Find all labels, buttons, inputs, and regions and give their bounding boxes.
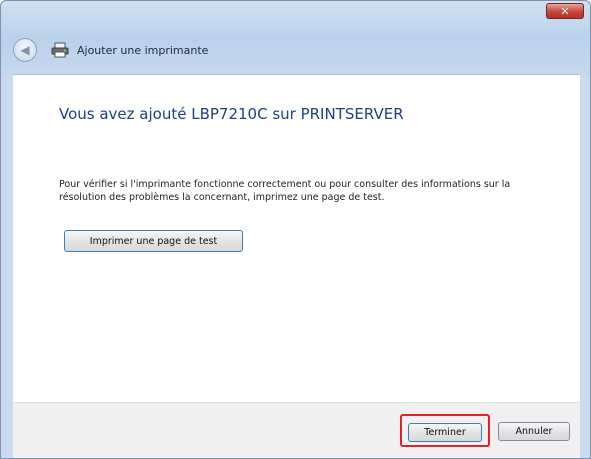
finish-button-highlight: Terminer	[400, 414, 490, 447]
dialog-footer: Terminer Annuler	[13, 402, 580, 458]
back-arrow-icon: ◀	[20, 43, 30, 57]
print-test-page-button[interactable]: Imprimer une page de test	[64, 230, 243, 252]
printer-icon	[51, 42, 69, 58]
finish-button[interactable]: Terminer	[408, 423, 482, 442]
window-title: Ajouter une imprimante	[77, 43, 209, 57]
content-panel: Vous avez ajouté LBP7210C sur PRINTSERVE…	[13, 74, 580, 403]
close-button[interactable]: ✕	[546, 3, 584, 19]
close-icon: ✕	[560, 4, 570, 18]
description-text: Pour vérifier si l'imprimante fonctionne…	[59, 179, 511, 203]
navigation-bar: ◀ Ajouter une imprimante	[13, 34, 578, 66]
page-heading: Vous avez ajouté LBP7210C sur PRINTSERVE…	[59, 105, 404, 123]
add-printer-window: ✕ ◀ Ajouter une imprimante Vous avez ajo…	[0, 0, 591, 459]
back-button[interactable]: ◀	[13, 38, 37, 62]
cancel-button[interactable]: Annuler	[498, 422, 570, 441]
